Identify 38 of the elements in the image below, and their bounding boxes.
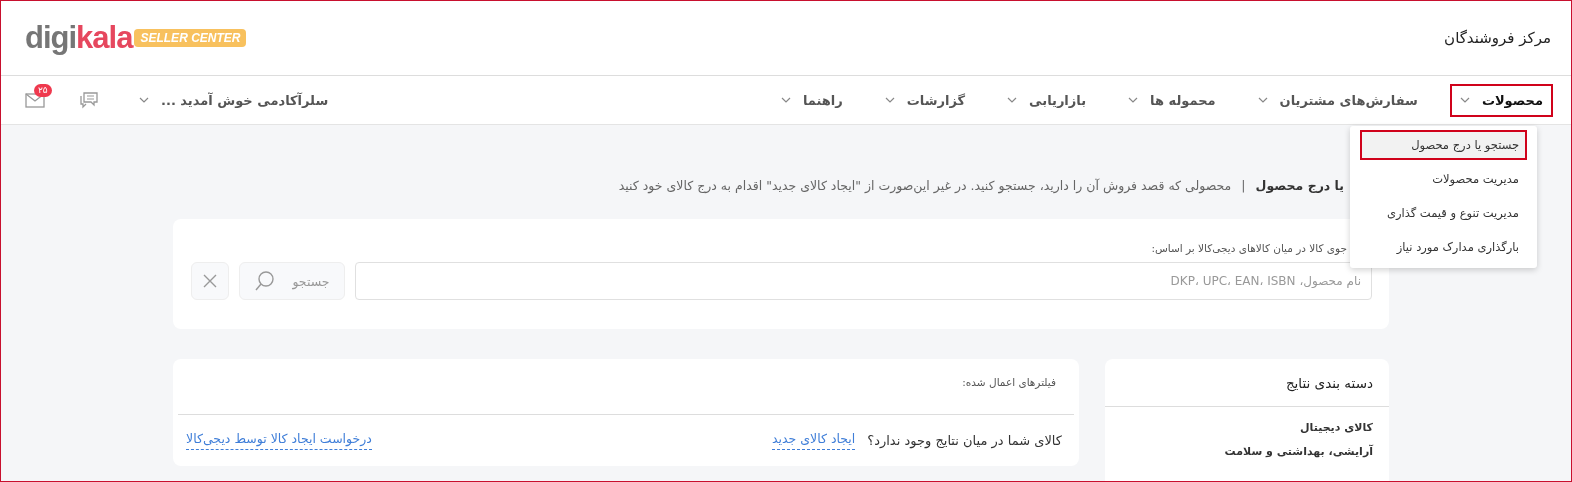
question-text: کالای شما در میان نتایج وجود ندارد؟: [867, 433, 1062, 448]
nav-menu-item[interactable]: گزارشات: [876, 85, 974, 115]
description: محصولی که قصد فروش آن را دارید، جستجو کنید. در غیر این‌صورت از "ایجاد کالای جدید" اقدام به درج کالای خود کنید: [618, 177, 1232, 193]
chevron-down-icon: [1128, 97, 1139, 103]
filters-title: فیلترهای اعمال شده:: [962, 376, 1056, 388]
close-icon: [202, 273, 218, 289]
notification-badge: ۲۵: [34, 83, 52, 97]
section-title: یا درج محصول: [1255, 177, 1344, 193]
clear-button[interactable]: [191, 262, 229, 300]
separator: |: [1241, 177, 1246, 193]
mail-icon[interactable]: [25, 92, 45, 108]
chevron-down-icon: [139, 97, 149, 103]
nav-menu-item[interactable]: محموله ها: [1120, 85, 1224, 115]
nav-menu-item[interactable]: بازاریابی: [999, 85, 1095, 115]
search-icon: [254, 270, 277, 292]
dropdown-item[interactable]: مدیریت تنوع و قیمت گذاری: [1350, 198, 1537, 228]
card-title: دسته بندی نتایج: [1105, 359, 1389, 407]
nav-menu-item[interactable]: راهنما: [772, 85, 851, 115]
page-title: مرکز فروشندگان: [1444, 29, 1551, 47]
category-link[interactable]: کالای دیجیتال: [1121, 421, 1373, 434]
category-link[interactable]: آرایشی، بهداشتی و سلامت: [1121, 445, 1373, 458]
dropdown-item[interactable]: مدیریت محصولات: [1350, 164, 1537, 194]
search-field[interactable]: نام محصول، DKP، UPC، EAN، ISBN: [355, 262, 1372, 300]
dropdown-item[interactable]: بارگذاری مدارک مورد نیاز: [1350, 232, 1537, 262]
chat-icon[interactable]: [79, 91, 99, 109]
nav-menu-item[interactable]: محصولات: [1451, 85, 1551, 115]
create-product-link[interactable]: ایجاد کالای جدید: [771, 431, 856, 450]
user-menu[interactable]: سلرآکادمی خوش آمدید ...: [133, 91, 335, 109]
search-label: جوی کالا در میان کالاهای دیجی‌کالا بر اساس:: [1150, 242, 1347, 254]
nav-menu-item[interactable]: سفارش‌های مشتریان: [1249, 85, 1426, 115]
chevron-down-icon: [1257, 97, 1268, 103]
logo[interactable]: digikala SELLER CENTER: [25, 20, 247, 56]
dropdown-item[interactable]: جستجو یا درج محصول: [1360, 130, 1527, 160]
chevron-down-icon: [1459, 97, 1470, 103]
chevron-down-icon: [884, 97, 895, 103]
chevron-down-icon: [1007, 97, 1018, 103]
chevron-down-icon: [780, 97, 791, 103]
request-product-link[interactable]: درخواست ایجاد کالا توسط دیجی‌کالا: [186, 431, 372, 450]
